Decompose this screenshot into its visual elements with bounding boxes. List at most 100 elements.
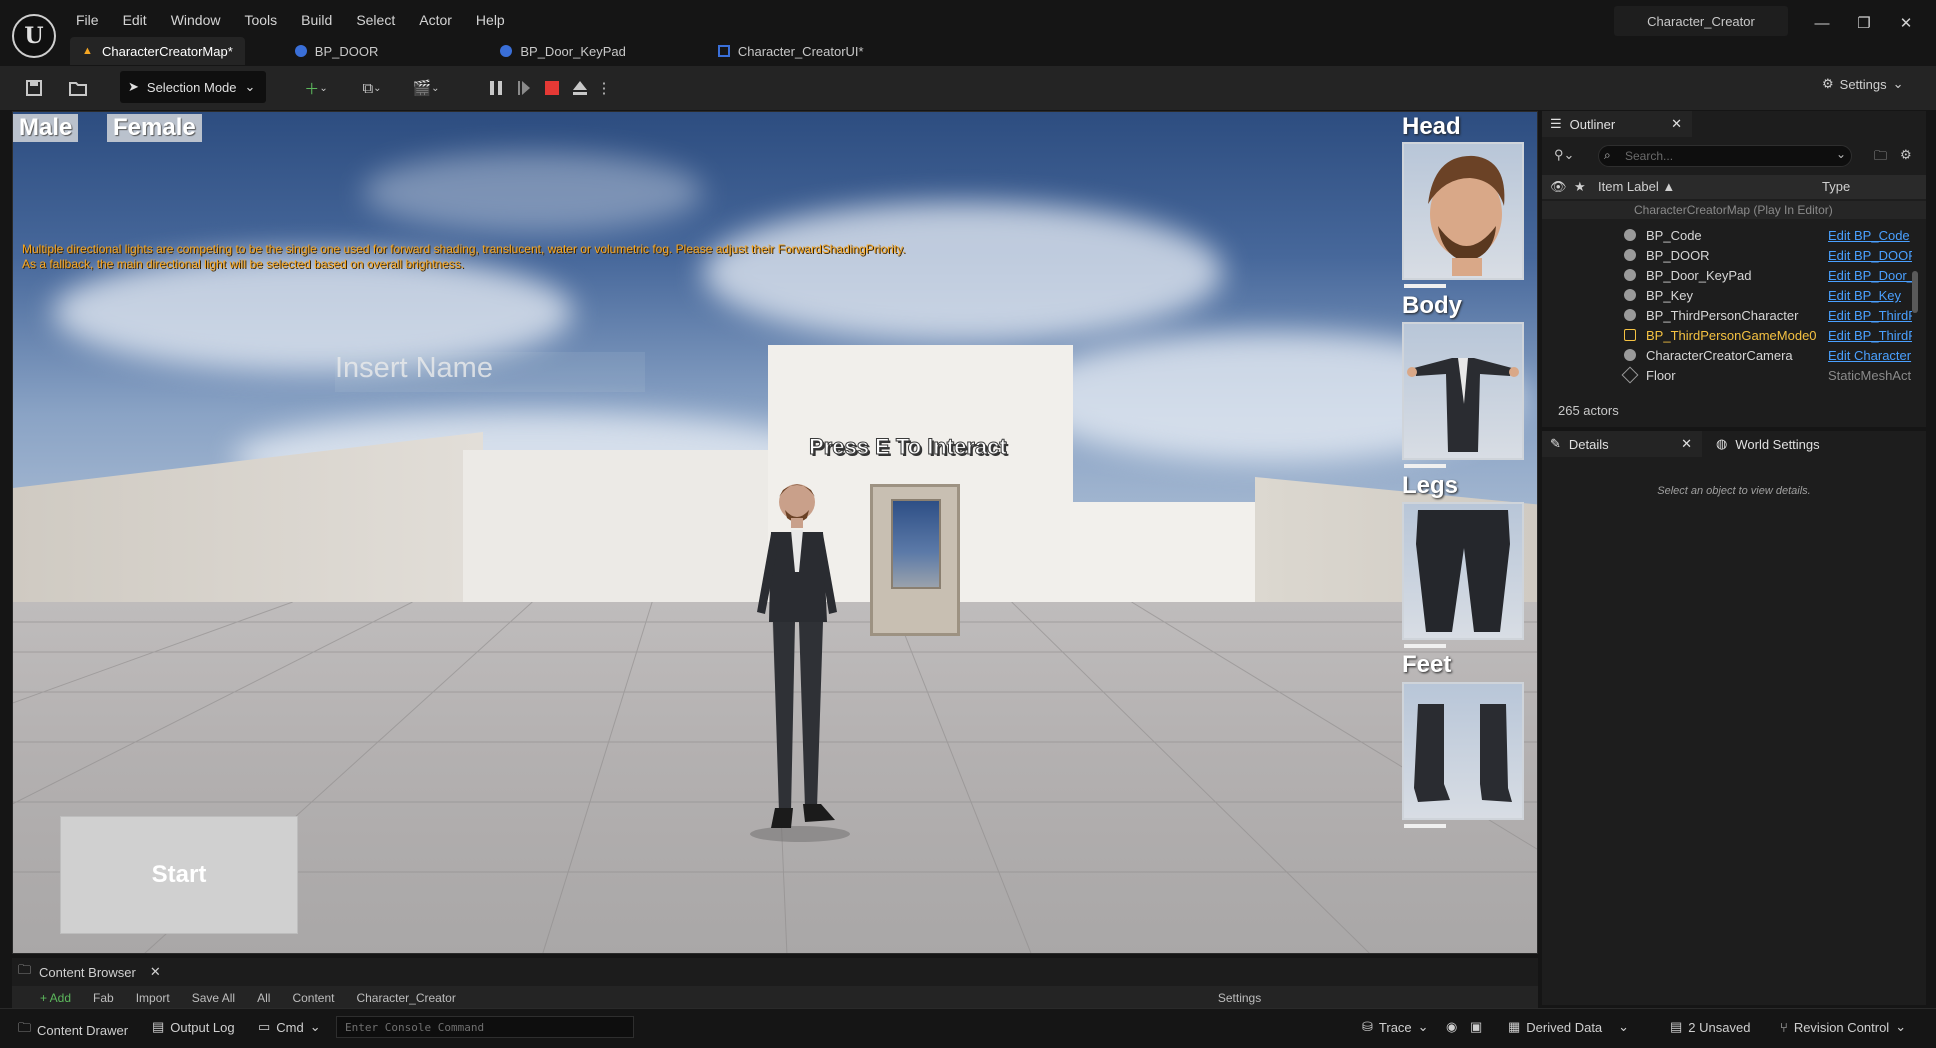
chevron-down-icon: ⌄: [244, 79, 256, 94]
female-button[interactable]: Female: [107, 114, 202, 142]
actor-type-link[interactable]: Edit BP_DOOR: [1828, 248, 1912, 263]
save-all-button[interactable]: Save All: [192, 991, 235, 1008]
table-row[interactable]: BP_DOOR Edit BP_DOOR: [1542, 245, 1926, 265]
menu-window[interactable]: Window: [159, 10, 233, 30]
unreal-logo-icon[interactable]: U: [12, 14, 56, 58]
widget-blueprint-icon: [717, 45, 730, 57]
head-thumbnail[interactable]: [1402, 142, 1524, 280]
pin-star-icon[interactable]: ★: [1574, 179, 1586, 195]
body-thumbnail[interactable]: [1402, 322, 1524, 460]
male-button[interactable]: Male: [13, 114, 79, 142]
menu-edit[interactable]: Edit: [111, 10, 159, 30]
filter-icon[interactable]: ⚲⌄: [1554, 147, 1574, 163]
stop-icon[interactable]: [540, 76, 564, 100]
settings-button[interactable]: ⚙ Settings ⌄: [1822, 76, 1904, 92]
cinematics-icon[interactable]: 🎬 ⌄: [406, 76, 446, 100]
actor-icon: [1624, 229, 1636, 241]
menu-help[interactable]: Help: [464, 10, 517, 30]
restore-icon[interactable]: ❐: [1852, 12, 1876, 36]
screenshot-icon[interactable]: ▣: [1470, 1019, 1482, 1035]
pause-icon[interactable]: [484, 76, 508, 100]
more-options-icon[interactable]: ⋮: [596, 76, 612, 100]
table-row[interactable]: BP_ThirdPersonGameMode0 Edit BP_ThirdP: [1542, 325, 1926, 345]
actor-type-link[interactable]: Edit BP_Code: [1828, 228, 1912, 243]
selection-mode-dropdown[interactable]: ➤ Selection Mode ⌄: [120, 71, 266, 103]
door-window: [891, 499, 941, 589]
breadcrumb-content[interactable]: Content: [292, 991, 334, 1008]
menu-tools[interactable]: Tools: [232, 10, 289, 30]
actor-type-link[interactable]: Edit Character: [1828, 348, 1912, 363]
derived-data-button[interactable]: ▦ Derived Data ⌄: [1508, 1019, 1629, 1035]
level-viewport[interactable]: Multiple directional lights are competin…: [12, 111, 1538, 954]
actor-count: 265 actors: [1558, 403, 1619, 418]
browse-folder-icon[interactable]: [66, 76, 90, 100]
table-row[interactable]: CharacterCreatorCamera Edit Character: [1542, 345, 1926, 365]
content-drawer-button[interactable]: 🗀 Content Drawer: [18, 1019, 128, 1041]
table-row[interactable]: BP_Code Edit BP_Code: [1542, 225, 1926, 245]
start-button[interactable]: Start: [60, 816, 298, 934]
tab-bp-door-keypad[interactable]: BP_Door_KeyPad: [488, 37, 638, 65]
trace-dropdown[interactable]: ⛁ Trace ⌄: [1362, 1019, 1429, 1035]
world-settings-tab[interactable]: ◍ World Settings: [1708, 431, 1820, 457]
globe-icon: ◍: [1716, 436, 1728, 451]
minimize-icon[interactable]: —: [1810, 12, 1834, 36]
console-input[interactable]: Enter Console Command: [336, 1016, 634, 1038]
output-log-button[interactable]: ▤ Output Log: [152, 1019, 235, 1035]
menu-file[interactable]: File: [64, 10, 111, 30]
save-icon[interactable]: [22, 76, 46, 100]
close-icon[interactable]: ✕: [1894, 12, 1918, 36]
table-row[interactable]: BP_Door_KeyPad Edit BP_Door_: [1542, 265, 1926, 285]
outliner-search-input[interactable]: Search...: [1598, 145, 1852, 167]
chevron-down-icon[interactable]: ⌄: [1836, 147, 1846, 161]
table-row[interactable]: BP_ThirdPersonCharacter Edit BP_ThirdP: [1542, 305, 1926, 325]
unsaved-button[interactable]: ▤ 2 Unsaved: [1670, 1019, 1750, 1035]
outliner-scrollbar[interactable]: [1912, 271, 1918, 313]
actor-type-link[interactable]: Edit BP_Door_: [1828, 268, 1912, 283]
item-label-column[interactable]: Item Label ▲: [1598, 179, 1675, 194]
eject-icon[interactable]: [568, 76, 592, 100]
close-icon[interactable]: ✕: [150, 964, 161, 980]
door: [870, 484, 960, 636]
content-browser-tab[interactable]: Content Browser: [39, 965, 136, 980]
chevron-down-icon: ⌄: [1892, 76, 1904, 91]
visibility-eye-icon[interactable]: 👁: [1550, 179, 1567, 195]
legs-label: Legs: [1402, 472, 1459, 499]
record-icon[interactable]: ◉: [1446, 1019, 1457, 1035]
add-folder-icon[interactable]: 🗀: [1874, 147, 1887, 169]
level-icon: ▲: [82, 45, 93, 57]
revision-control-button[interactable]: ⑂ Revision Control ⌄: [1780, 1019, 1906, 1035]
tab-charactercreatormap[interactable]: ▲ CharacterCreatorMap*: [70, 37, 245, 65]
actor-type-link[interactable]: Edit BP_ThirdP: [1828, 308, 1912, 323]
body-preview-icon: [1407, 358, 1519, 452]
close-icon[interactable]: ✕: [1671, 116, 1682, 132]
tab-character-creatorui[interactable]: Character_CreatorUI*: [706, 37, 876, 65]
breadcrumb-character-creator[interactable]: Character_Creator: [356, 991, 455, 1008]
details-tab[interactable]: ✎ Details ✕: [1542, 431, 1702, 457]
table-row[interactable]: Floor StaticMeshAct: [1542, 365, 1926, 385]
menu-actor[interactable]: Actor: [407, 10, 464, 30]
actor-type-link[interactable]: Edit BP_ThirdP: [1828, 328, 1912, 343]
fab-button[interactable]: Fab: [93, 991, 114, 1008]
tab-bp-door[interactable]: BP_DOOR: [283, 37, 391, 65]
menu-build[interactable]: Build: [289, 10, 344, 30]
content-browser-settings[interactable]: Settings: [1218, 991, 1261, 1008]
feet-thumbnail[interactable]: [1402, 682, 1524, 820]
legs-thumbnail[interactable]: [1402, 502, 1524, 640]
blueprint-options-icon[interactable]: ⧉ ⌄: [352, 76, 392, 100]
name-input[interactable]: Insert Name: [335, 352, 645, 392]
table-row[interactable]: BP_Key Edit BP_Key: [1542, 285, 1926, 305]
gear-icon[interactable]: ⚙: [1900, 147, 1912, 163]
type-column[interactable]: Type: [1822, 179, 1850, 194]
cmd-dropdown[interactable]: ▭ Cmd ⌄: [258, 1019, 321, 1035]
close-icon[interactable]: ✕: [1681, 436, 1692, 452]
add-actor-icon[interactable]: ＋ ⌄: [296, 76, 336, 100]
breadcrumb-all[interactable]: All: [257, 991, 270, 1008]
step-icon[interactable]: [512, 76, 536, 100]
unsaved-label: 2 Unsaved: [1688, 1019, 1751, 1035]
actor-type-link[interactable]: Edit BP_Key: [1828, 288, 1912, 303]
import-button[interactable]: Import: [136, 991, 170, 1008]
map-row[interactable]: CharacterCreatorMap (Play In Editor): [1542, 201, 1926, 219]
menu-select[interactable]: Select: [344, 10, 407, 30]
add-button[interactable]: + Add: [40, 991, 71, 1008]
outliner-tab[interactable]: ☰ Outliner ✕: [1542, 111, 1692, 137]
